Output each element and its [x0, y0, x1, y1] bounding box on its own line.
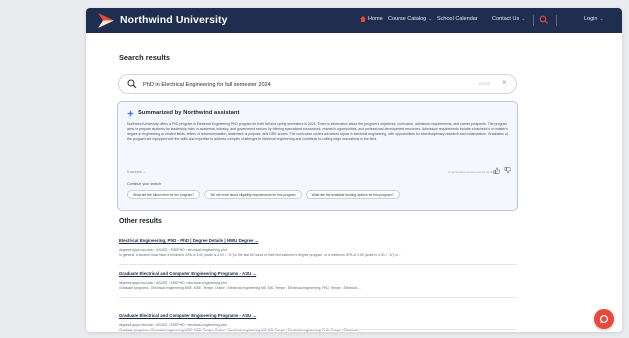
result-divider: [119, 297, 517, 298]
result-url[interactable]: degrees.apps.nwu.edu › ASUEE › ESEPHD › …: [119, 248, 529, 252]
result-divider: [119, 264, 517, 265]
nav-login[interactable]: Login ⌄: [584, 16, 604, 22]
thumbs-up-icon[interactable]: [493, 167, 500, 174]
nav-login-label: Login: [584, 16, 598, 22]
search-icon[interactable]: [539, 15, 549, 25]
nav-home[interactable]: Home: [360, 16, 383, 22]
search-icon[interactable]: [127, 79, 137, 89]
summary-body: Northwind University offers a PhD progra…: [127, 122, 508, 142]
top-navigation-bar: Northwind University Home Course Catalog…: [86, 8, 622, 33]
thumbs-down-icon[interactable]: [504, 167, 511, 174]
chevron-down-icon: ⌄: [428, 16, 433, 22]
main-content: Search results ENTER × Summarized by Nor…: [86, 33, 622, 332]
summary-sources-toggle[interactable]: 5 sources ⌄: [127, 170, 146, 174]
university-logo[interactable]: [98, 13, 114, 28]
result-snippet: In general, a student must have a minimu…: [119, 253, 401, 257]
close-icon[interactable]: ×: [502, 78, 507, 87]
suggestion-chip[interactable]: What are the available funding options f…: [305, 190, 400, 199]
search-hint: ENTER: [479, 82, 491, 86]
result-url[interactable]: degrees.apps.nwu.edu › ASUEE › ESEPHD › …: [119, 281, 529, 285]
result-title-link[interactable]: Electrical Engineering, PhD - PhD | Degr…: [119, 238, 529, 243]
nav-school-calendar[interactable]: School Calendar: [437, 16, 478, 22]
home-icon: [360, 16, 366, 22]
suggestion-chip[interactable]: Tell me more about eligibility requireme…: [204, 190, 302, 199]
nav-home-label: Home: [368, 16, 383, 22]
nav-contact-us[interactable]: Contact Us ⌄: [492, 16, 525, 22]
browser-window: Northwind University Home Course Catalog…: [86, 8, 622, 332]
result-title-link[interactable]: Graduate Electrical and Computer Enginee…: [119, 271, 529, 276]
university-name[interactable]: Northwind University: [120, 14, 228, 26]
nav-contact-us-label: Contact Us: [492, 16, 520, 22]
ai-disclaimer: AI-generated content may be incorrect: [448, 170, 498, 174]
suggestion-chip[interactable]: What are the tuition fees for the progra…: [127, 190, 201, 199]
chevron-down-icon: ⌄: [521, 16, 526, 22]
nav-course-catalog-label: Course Catalog: [388, 16, 427, 22]
search-results-heading: Search results: [119, 53, 170, 62]
ai-summary-card: Summarized by Northwind assistant Northw…: [117, 101, 518, 211]
result-title-link[interactable]: Graduate Electrical and Computer Enginee…: [119, 313, 529, 318]
nav-school-calendar-label: School Calendar: [437, 16, 478, 22]
suggestion-chips: What are the tuition fees for the progra…: [127, 190, 400, 199]
search-result: Electrical Engineering, PhD - PhD | Degr…: [119, 238, 529, 257]
result-snippet: Graduate programs ; Electrical engineeri…: [119, 286, 362, 290]
nav-course-catalog[interactable]: Course Catalog ⌄: [388, 16, 432, 22]
nav-divider: [556, 15, 557, 26]
result-divider: [119, 329, 517, 330]
chevron-down-icon: ⌄: [599, 16, 604, 22]
summary-title: Summarized by Northwind assistant: [138, 110, 240, 116]
chat-icon: [599, 314, 609, 324]
other-results-heading: Other results: [119, 218, 162, 225]
sparkle-icon: [127, 110, 134, 117]
summary-sources-label: 5 sources: [127, 170, 142, 174]
chat-assistant-button[interactable]: [594, 309, 614, 329]
continue-search-label: Continue your search: [127, 182, 162, 186]
nav-divider: [533, 15, 534, 26]
result-url[interactable]: degrees.apps.nwu.edu › ASUEE › ESEPHD › …: [119, 323, 529, 327]
search-result: Graduate Electrical and Computer Enginee…: [119, 271, 529, 290]
search-box[interactable]: ENTER ×: [118, 74, 517, 94]
search-input[interactable]: [143, 78, 443, 91]
